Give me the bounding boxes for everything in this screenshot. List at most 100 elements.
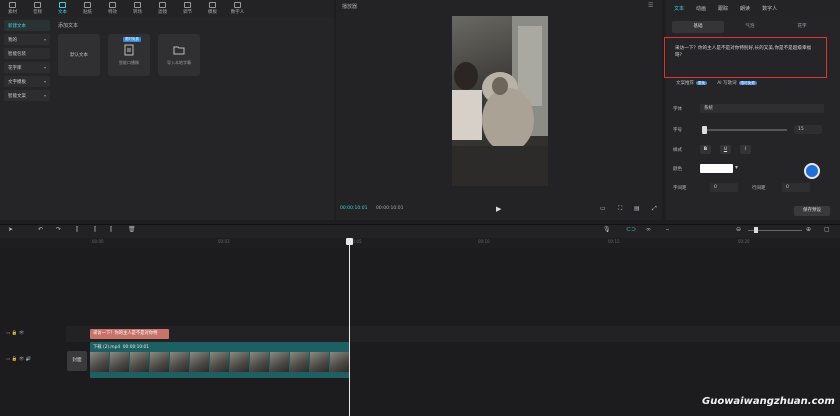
preview-axis-icon[interactable]: ⎯ xyxy=(666,226,669,234)
toolbar-transition[interactable]: 转场 xyxy=(125,0,150,17)
subtab-bubble[interactable]: 气泡 xyxy=(724,21,776,33)
toolbar-text[interactable]: 文本 xyxy=(50,0,75,17)
lock-icon[interactable]: 🔒 xyxy=(12,331,18,336)
delete-icon[interactable]: 🗑 xyxy=(128,226,136,233)
redo-icon[interactable]: ↷ xyxy=(56,226,61,233)
preview-title: 播放器 xyxy=(342,4,358,10)
text-clip[interactable]: 采访一下？你的主人是不是对你特 xyxy=(90,329,169,339)
toolbar-effects[interactable]: 特效 xyxy=(100,0,125,17)
thumbnail xyxy=(270,352,290,372)
toolbar-audio[interactable]: 音频 xyxy=(25,0,50,17)
tab-text[interactable]: 文本 xyxy=(674,5,684,12)
assistant-float-button[interactable] xyxy=(804,163,820,179)
fit-icon[interactable]: ▢ xyxy=(824,226,830,233)
lock-icon[interactable]: 🔒 xyxy=(12,357,18,362)
nav-smart-package[interactable]: 智能包装 xyxy=(4,48,50,59)
import-subtitle-card[interactable]: 导入本地字幕 xyxy=(158,34,200,76)
thumbnail xyxy=(310,352,330,372)
settings-icon[interactable]: ▤ xyxy=(634,205,640,212)
media-toolbar: 素材 音频 文本 贴纸 特效 转场 滤镜 调节 模板 数字人 xyxy=(0,0,334,17)
line-spacing-input[interactable]: 0 xyxy=(782,183,810,192)
filter-icon xyxy=(159,2,166,8)
color-swatch[interactable] xyxy=(700,164,733,173)
thumbnail xyxy=(130,352,150,372)
ratio-icon[interactable]: ▭ xyxy=(600,205,606,212)
toolbar-adjust[interactable]: 调节 xyxy=(175,0,200,17)
nav-fancy-text[interactable]: 花字库 ▾ xyxy=(4,62,50,73)
playhead-handle[interactable] xyxy=(346,238,353,245)
nav-new-text[interactable]: 新建文本 xyxy=(4,20,50,31)
free-badge: 限时免费 xyxy=(123,37,141,42)
style-label: 样式 xyxy=(673,148,682,153)
nav-text-template[interactable]: 文字模板 ▾ xyxy=(4,76,50,87)
sticker-icon xyxy=(84,2,91,8)
tab-read-aloud[interactable]: 朗读 xyxy=(740,5,750,12)
speaker-icon[interactable]: 🔊 xyxy=(26,357,32,362)
copy-recommend-button[interactable]: 文案推荐 限免 xyxy=(676,80,708,86)
toolbar-template[interactable]: 模板 xyxy=(200,0,225,17)
split-icon[interactable]: ⫿ xyxy=(76,226,78,234)
toolbar-sticker[interactable]: 贴纸 xyxy=(75,0,100,17)
video-preview[interactable] xyxy=(452,16,548,186)
chevron-down-icon: ▾ xyxy=(43,37,46,42)
toolbar-media[interactable]: 素材 xyxy=(0,0,25,17)
bold-button[interactable]: B xyxy=(700,145,711,154)
watermark: Guowaiwangzhuan.com xyxy=(702,396,835,407)
default-text-card[interactable]: 默认文本 xyxy=(58,34,100,76)
undo-icon[interactable]: ↶ xyxy=(38,226,43,233)
fullscreen-icon[interactable]: ⤢ xyxy=(652,205,657,213)
ai-lyrics-button[interactable]: AI 写歌词 限时免费 xyxy=(717,80,757,86)
video-clip[interactable]: 下载 (2).mp4 00:00:10:01 xyxy=(90,342,350,378)
thumbnail xyxy=(210,352,230,372)
crop-icon[interactable]: ⛶ xyxy=(618,205,622,213)
tab-digital-human[interactable]: 数字人 xyxy=(762,5,777,12)
nav-smart-copy[interactable]: 智能文案 ▾ xyxy=(4,90,50,101)
char-spacing-label: 字间距 xyxy=(673,186,687,191)
main-track-controls: ▭ 🔒 👁 🔊 xyxy=(6,357,32,362)
font-label: 字体 xyxy=(673,107,682,112)
track-toggle-icon[interactable]: ▭ xyxy=(6,331,10,336)
underline-button[interactable]: U xyxy=(720,145,731,154)
tab-animation[interactable]: 动画 xyxy=(696,5,706,12)
subtab-fancy[interactable]: 花字 xyxy=(776,21,828,33)
font-select[interactable]: 系统 xyxy=(700,104,824,113)
eye-icon[interactable]: 👁 xyxy=(19,357,25,362)
thumbnail xyxy=(110,352,130,372)
select-tool-icon[interactable]: ➤ xyxy=(8,226,13,233)
trim-right-icon[interactable]: ⫿ xyxy=(110,226,112,234)
timeline-ruler[interactable]: 00:00 00:03 00:05 00:10 00:15 00:20 xyxy=(66,238,840,248)
size-input[interactable]: 15 xyxy=(794,125,822,134)
italic-button[interactable]: I xyxy=(740,145,751,154)
thumbnail xyxy=(170,352,190,372)
save-preset-button[interactable]: 保存预设 xyxy=(794,206,830,216)
chevron-down-icon[interactable]: ▾ xyxy=(735,164,738,171)
playhead[interactable] xyxy=(349,238,350,416)
audio-icon xyxy=(34,2,41,8)
size-slider-track[interactable] xyxy=(703,129,787,131)
tab-tracking[interactable]: 跟踪 xyxy=(718,5,728,12)
nav-mine[interactable]: 我的 ▾ xyxy=(4,34,50,45)
zoom-in-icon[interactable]: ⊕ xyxy=(806,226,811,233)
char-spacing-input[interactable]: 0 xyxy=(710,183,738,192)
text-content-input[interactable]: 采访一下？你的主人是不是对你特别好,长的又美,你是不是超级幸福呀? xyxy=(664,37,827,78)
thumbnail xyxy=(150,352,170,372)
zoom-out-icon[interactable]: ⊖ xyxy=(736,226,741,233)
play-icon[interactable]: ▶ xyxy=(496,205,501,213)
eye-icon[interactable]: 👁 xyxy=(19,331,25,336)
thumbnail xyxy=(90,352,110,372)
link-icon[interactable]: ∞ xyxy=(646,226,651,233)
menu-icon[interactable]: ☰ xyxy=(648,2,653,9)
track-toggle-icon[interactable]: ▭ xyxy=(6,357,10,362)
cover-button[interactable]: 封面 xyxy=(67,351,87,371)
microphone-icon[interactable]: 🎙 xyxy=(603,226,611,233)
toolbar-filter[interactable]: 滤镜 xyxy=(150,0,175,17)
zoom-slider-knob[interactable] xyxy=(754,227,758,233)
adjust-icon xyxy=(184,2,191,8)
trim-left-icon[interactable]: ⫿ xyxy=(94,226,96,234)
smart-script-card[interactable]: 限时免费 智能口播稿 xyxy=(108,34,150,76)
subtab-basic[interactable]: 基础 xyxy=(672,21,724,33)
magnet-icon[interactable]: ⊂⊃ xyxy=(626,226,636,233)
toolbar-digital-human[interactable]: 数字人 xyxy=(225,0,250,17)
line-spacing-label: 行间距 xyxy=(752,186,766,191)
size-slider-knob[interactable] xyxy=(702,126,707,134)
